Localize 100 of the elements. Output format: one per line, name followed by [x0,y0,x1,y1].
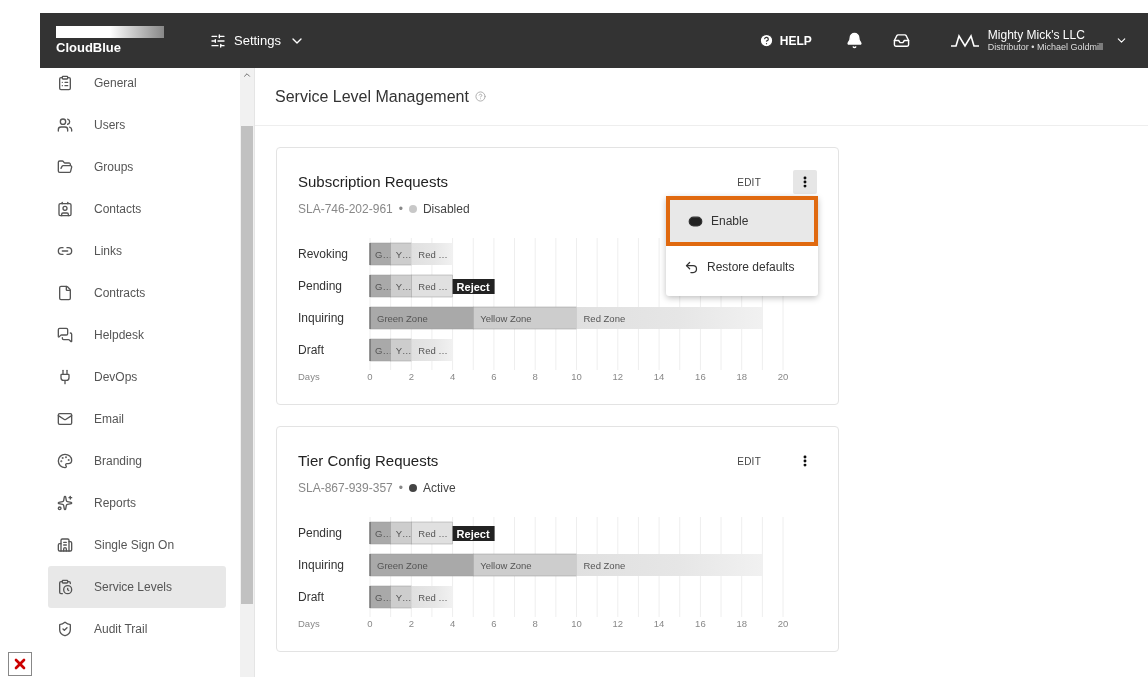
undo-icon [684,259,699,275]
palette-icon [57,453,73,469]
sla-id: SLA-867-939-357 [298,480,393,497]
help-button[interactable]: HELP [758,31,812,50]
settings-menu[interactable]: Settings [210,30,305,51]
row-label: Inquiring [298,311,345,325]
zone-bar [369,521,391,545]
building-icon [57,537,73,553]
shield-icon [57,621,73,637]
zone-label: Red Zone [583,313,626,324]
zone-label: Red … [418,592,448,603]
sidebar-item[interactable]: Groups [48,146,226,188]
bell-icon[interactable] [845,32,863,49]
tick-label: 6 [491,618,497,629]
zone-label: Red … [418,249,448,260]
sidebar-item[interactable]: Single Sign On [48,524,226,566]
sidebar-item[interactable]: Reports [48,482,226,524]
row-label: Draft [298,343,324,357]
account-logo-icon [949,32,980,49]
tick-label: 2 [408,371,414,382]
zone-bar [369,274,391,298]
users-icon [57,117,73,133]
zone-bar [369,242,391,266]
sidebar-item[interactable]: Contracts [48,272,226,314]
sidebar-item[interactable]: Email [48,398,226,440]
page-title: Service Level Management [275,86,469,107]
sidebar-item[interactable]: General [48,68,226,104]
sidebar-item[interactable]: Users [48,104,226,146]
tick-label: 6 [491,371,497,382]
zone-bar [369,585,391,609]
edit-button[interactable]: EDIT [737,174,761,190]
menu-item[interactable]: Enable [666,196,818,246]
zone-label: Y… [395,592,412,603]
sparkles-icon [57,495,73,511]
zone-label: Yellow Zone [480,560,532,571]
clipboard-clock-icon [57,579,73,595]
reject-tag: Reject [452,279,495,294]
zone-bar [369,338,391,362]
zone-label: G… [375,249,392,260]
zone-label: Y… [395,281,412,292]
sidebar-item[interactable]: Contacts [48,188,226,230]
row-label: Revoking [298,247,349,261]
sidebar-item[interactable]: Helpdesk [48,314,226,356]
tick-label: 2 [408,618,414,629]
scrollbar-thumb[interactable] [241,126,253,604]
menu-item[interactable]: Restore defaults [666,246,818,288]
scroll-up-icon[interactable] [242,70,252,80]
account-name: Mighty Mick's LLC [987,28,1086,41]
row-label: Draft [298,590,324,604]
sidebar-item[interactable]: DevOps [48,356,226,398]
status-text: Disabled [422,201,470,218]
chat-icon [57,327,73,343]
tick-label: 14 [653,618,665,629]
edit-button[interactable]: EDIT [737,453,761,469]
document-icon [57,285,73,301]
tick-label: 8 [532,618,538,629]
inbox-icon[interactable] [892,32,910,49]
sidebar-item[interactable]: Branding [48,440,226,482]
tick-label: 18 [736,371,747,382]
card-title: Subscription Requests [298,171,449,192]
row-label: Inquiring [298,558,345,572]
zone-label: Y… [395,249,412,260]
tick-label: 10 [571,618,582,629]
sla-id: SLA-746-202-961 [298,201,393,218]
zone-label: G… [375,592,392,603]
mail-icon [57,411,73,427]
logo-text: CloudBlue [56,39,122,56]
sidebar-item[interactable]: Links [48,230,226,272]
tick-label: 0 [367,618,373,629]
zone-label: Green Zone [377,313,428,324]
zone-label: Red … [418,528,448,539]
zone-label: G… [375,345,392,356]
status-text: Active [422,480,456,497]
axis-label: Days [298,371,320,382]
card-title: Tier Config Requests [298,450,439,471]
plug-icon [57,369,73,385]
row-label: Pending [298,526,343,540]
folder-icon [57,159,73,175]
more-button[interactable] [793,170,817,194]
zone-label: G… [375,281,392,292]
tick-label: 0 [367,371,373,382]
zone-label: Yellow Zone [480,313,532,324]
zone-label: Red … [418,345,448,356]
tick-label: 18 [736,618,747,629]
tick-label: 14 [653,371,665,382]
tick-label: 12 [612,618,624,629]
tick-label: 4 [449,371,456,382]
help-icon [758,33,774,48]
zone-label: G… [375,528,392,539]
sidebar-item[interactable]: Audit Trail [48,608,226,650]
annotation: Reject [456,527,490,540]
sliders-icon [210,32,226,49]
tick-label: 20 [777,371,789,382]
zone-label: Y… [395,528,412,539]
zone-label: Red Zone [583,560,626,571]
row-label: Pending [298,279,343,293]
sidebar-item[interactable]: Service Levels [48,566,226,608]
scrollbar[interactable] [240,68,254,677]
tick-label: 8 [532,371,538,382]
reject-tag: Reject [452,526,495,541]
